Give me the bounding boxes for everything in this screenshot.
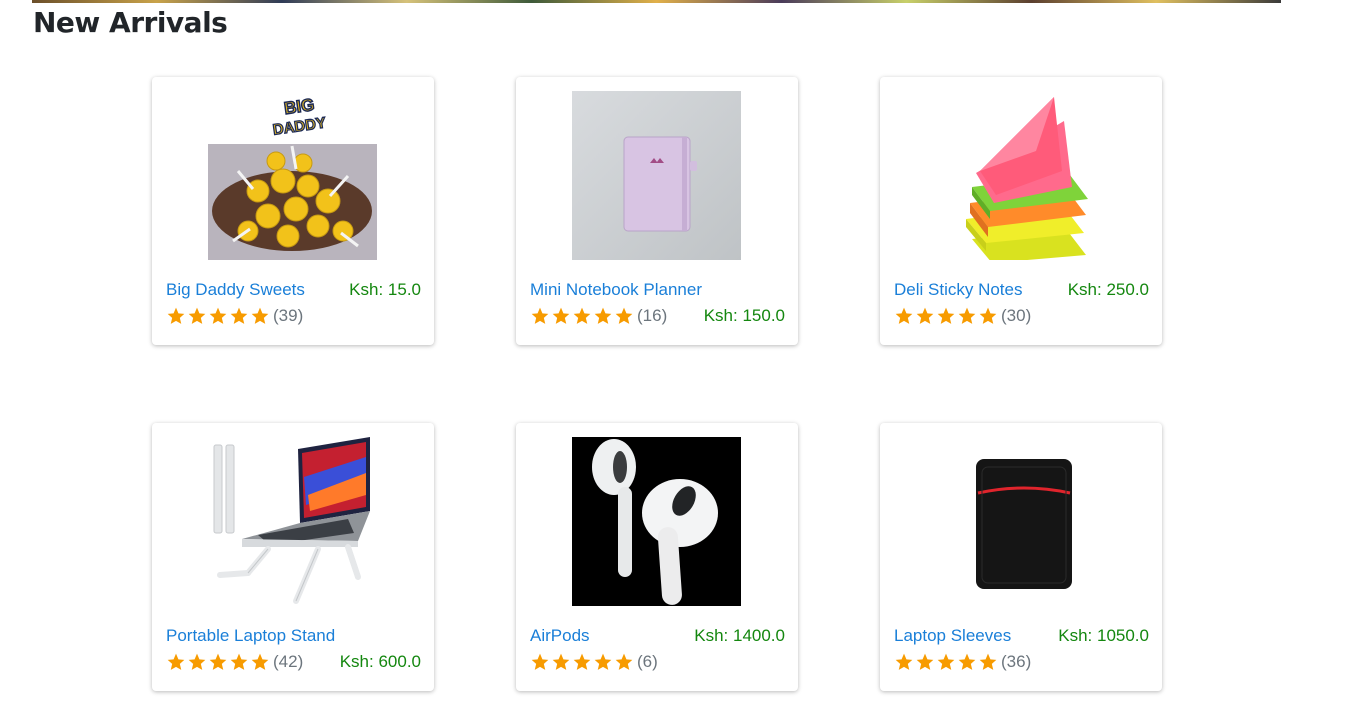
rating: (39) [166,306,303,326]
banner-strip [32,0,1281,3]
star-icon [530,306,550,326]
star-icon [978,652,998,672]
product-name-link[interactable]: Big Daddy Sweets [166,280,305,300]
star-icon [229,306,249,326]
star-icon [187,652,207,672]
rating: (30) [894,306,1031,326]
product-name-link[interactable]: AirPods [530,626,590,646]
rating-count: (42) [273,652,304,671]
product-price: Ksh: 15.0 [349,280,421,299]
star-icon [572,652,592,672]
star-icon [572,306,592,326]
star-icon [957,652,977,672]
product-price: Ksh: 250.0 [1067,280,1149,299]
star-icon [894,652,914,672]
section-title: New Arrivals [33,6,228,39]
product-name-link[interactable]: Laptop Sleeves [894,626,1011,646]
notebook-image[interactable] [572,91,741,260]
product-price: Ksh: 150.0 [703,306,785,325]
star-icon [915,306,935,326]
star-icon [166,306,186,326]
rating-count: (6) [637,652,658,671]
product-price: Ksh: 1400.0 [694,626,785,645]
svg-text:DADDY: DADDY [272,114,327,138]
laptop-sleeve-image[interactable] [936,437,1105,606]
star-icon [614,306,634,326]
star-icon [187,306,207,326]
star-icon [551,652,571,672]
rating-count: (30) [1001,306,1032,325]
sticky-notes-image[interactable] [936,91,1105,260]
star-icon [614,652,634,672]
product-name-link[interactable]: Deli Sticky Notes [894,280,1022,300]
star-icon [915,652,935,672]
rating-count: (36) [1001,652,1032,671]
product-card: Deli Sticky Notes Ksh: 250.0 (30) [880,77,1162,345]
star-icon [229,652,249,672]
product-price: Ksh: 600.0 [339,652,421,671]
product-name-link[interactable]: Mini Notebook Planner [530,280,702,300]
star-icon [166,652,186,672]
rating-count: (16) [637,306,668,325]
product-card: BIG DADDY Big Daddy Sweets Ksh: 15.0 (39… [152,77,434,345]
star-icon [978,306,998,326]
rating: (36) [894,652,1031,672]
rating: (6) [530,652,658,672]
product-price: Ksh: 1050.0 [1058,626,1149,645]
rating: (42) [166,652,303,672]
product-card: Laptop Sleeves Ksh: 1050.0 (36) [880,423,1162,691]
product-card: Mini Notebook Planner (16) Ksh: 150.0 [516,77,798,345]
lollipops-image[interactable]: BIG DADDY [208,91,377,260]
star-icon [894,306,914,326]
svg-text:BIG: BIG [283,95,316,118]
star-icon [936,306,956,326]
rating-count: (39) [273,306,304,325]
star-icon [936,652,956,672]
star-icon [530,652,550,672]
star-icon [593,306,613,326]
product-name-link[interactable]: Portable Laptop Stand [166,626,335,646]
star-icon [208,306,228,326]
star-icon [208,652,228,672]
product-card: AirPods Ksh: 1400.0 (6) [516,423,798,691]
star-icon [250,306,270,326]
rating: (16) [530,306,667,326]
product-card: Portable Laptop Stand (42) Ksh: 600.0 [152,423,434,691]
star-icon [551,306,571,326]
big-daddy-logo: BIG DADDY [271,94,327,139]
airpods-image[interactable] [572,437,741,606]
star-icon [250,652,270,672]
star-icon [957,306,977,326]
laptop-stand-image[interactable] [208,437,377,606]
star-icon [593,652,613,672]
